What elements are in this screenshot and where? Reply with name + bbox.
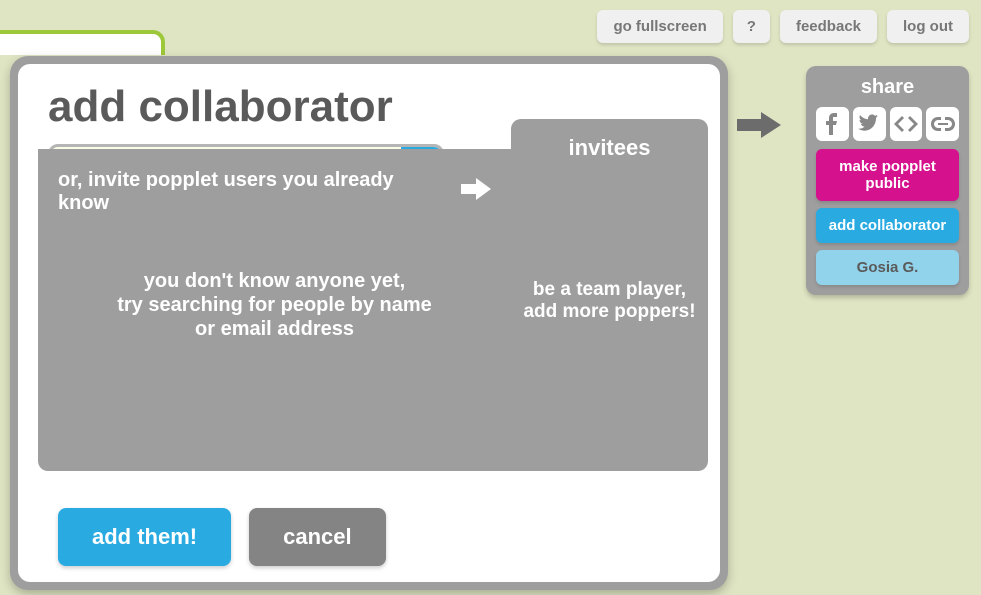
modal-body: or, invite popplet users you already kno… — [38, 149, 708, 471]
invitees-line-2: add more poppers! — [511, 301, 708, 323]
embed-icon[interactable] — [890, 107, 923, 141]
share-icons-row — [816, 107, 959, 141]
share-panel: share make popplet public add collaborat… — [806, 66, 969, 295]
help-button[interactable]: ? — [733, 10, 770, 43]
arrow-right-icon — [461, 178, 491, 206]
empty-line-2: try searching for people by name — [38, 293, 511, 317]
empty-known-message: you don't know anyone yet, try searching… — [38, 269, 511, 341]
fullscreen-button[interactable]: go fullscreen — [597, 10, 722, 43]
add-collaborator-modal: add collaborator or, invite popplet user… — [10, 56, 728, 590]
add-them-button[interactable]: add them! — [58, 508, 231, 566]
cancel-button[interactable]: cancel — [249, 508, 386, 566]
top-nav: go fullscreen ? feedback log out — [597, 10, 969, 43]
user-button[interactable]: Gosia G. — [816, 250, 959, 285]
invitees-line-1: be a team player, — [511, 279, 708, 301]
modal-inner: add collaborator or, invite popplet user… — [18, 64, 720, 582]
facebook-icon[interactable] — [816, 107, 849, 141]
invitees-empty-message: be a team player, add more poppers! — [511, 279, 708, 323]
arrow-right-icon — [737, 110, 787, 145]
invite-known-label: or, invite popplet users you already kno… — [58, 169, 449, 215]
logout-button[interactable]: log out — [887, 10, 969, 43]
link-icon[interactable] — [926, 107, 959, 141]
modal-footer: add them! cancel — [58, 508, 386, 566]
background-decoration — [0, 30, 165, 55]
invite-known-row[interactable]: or, invite popplet users you already kno… — [58, 169, 491, 215]
invitees-title: invitees — [523, 135, 696, 161]
empty-line-1: you don't know anyone yet, — [38, 269, 511, 293]
share-title: share — [816, 76, 959, 99]
known-users-column: or, invite popplet users you already kno… — [38, 149, 511, 471]
invitees-column: invitees be a team player, add more popp… — [511, 119, 708, 471]
twitter-icon[interactable] — [853, 107, 886, 141]
feedback-button[interactable]: feedback — [780, 10, 877, 43]
add-collaborator-button[interactable]: add collaborator — [816, 208, 959, 243]
make-public-button[interactable]: make popplet public — [816, 149, 959, 201]
empty-line-3: or email address — [38, 317, 511, 341]
